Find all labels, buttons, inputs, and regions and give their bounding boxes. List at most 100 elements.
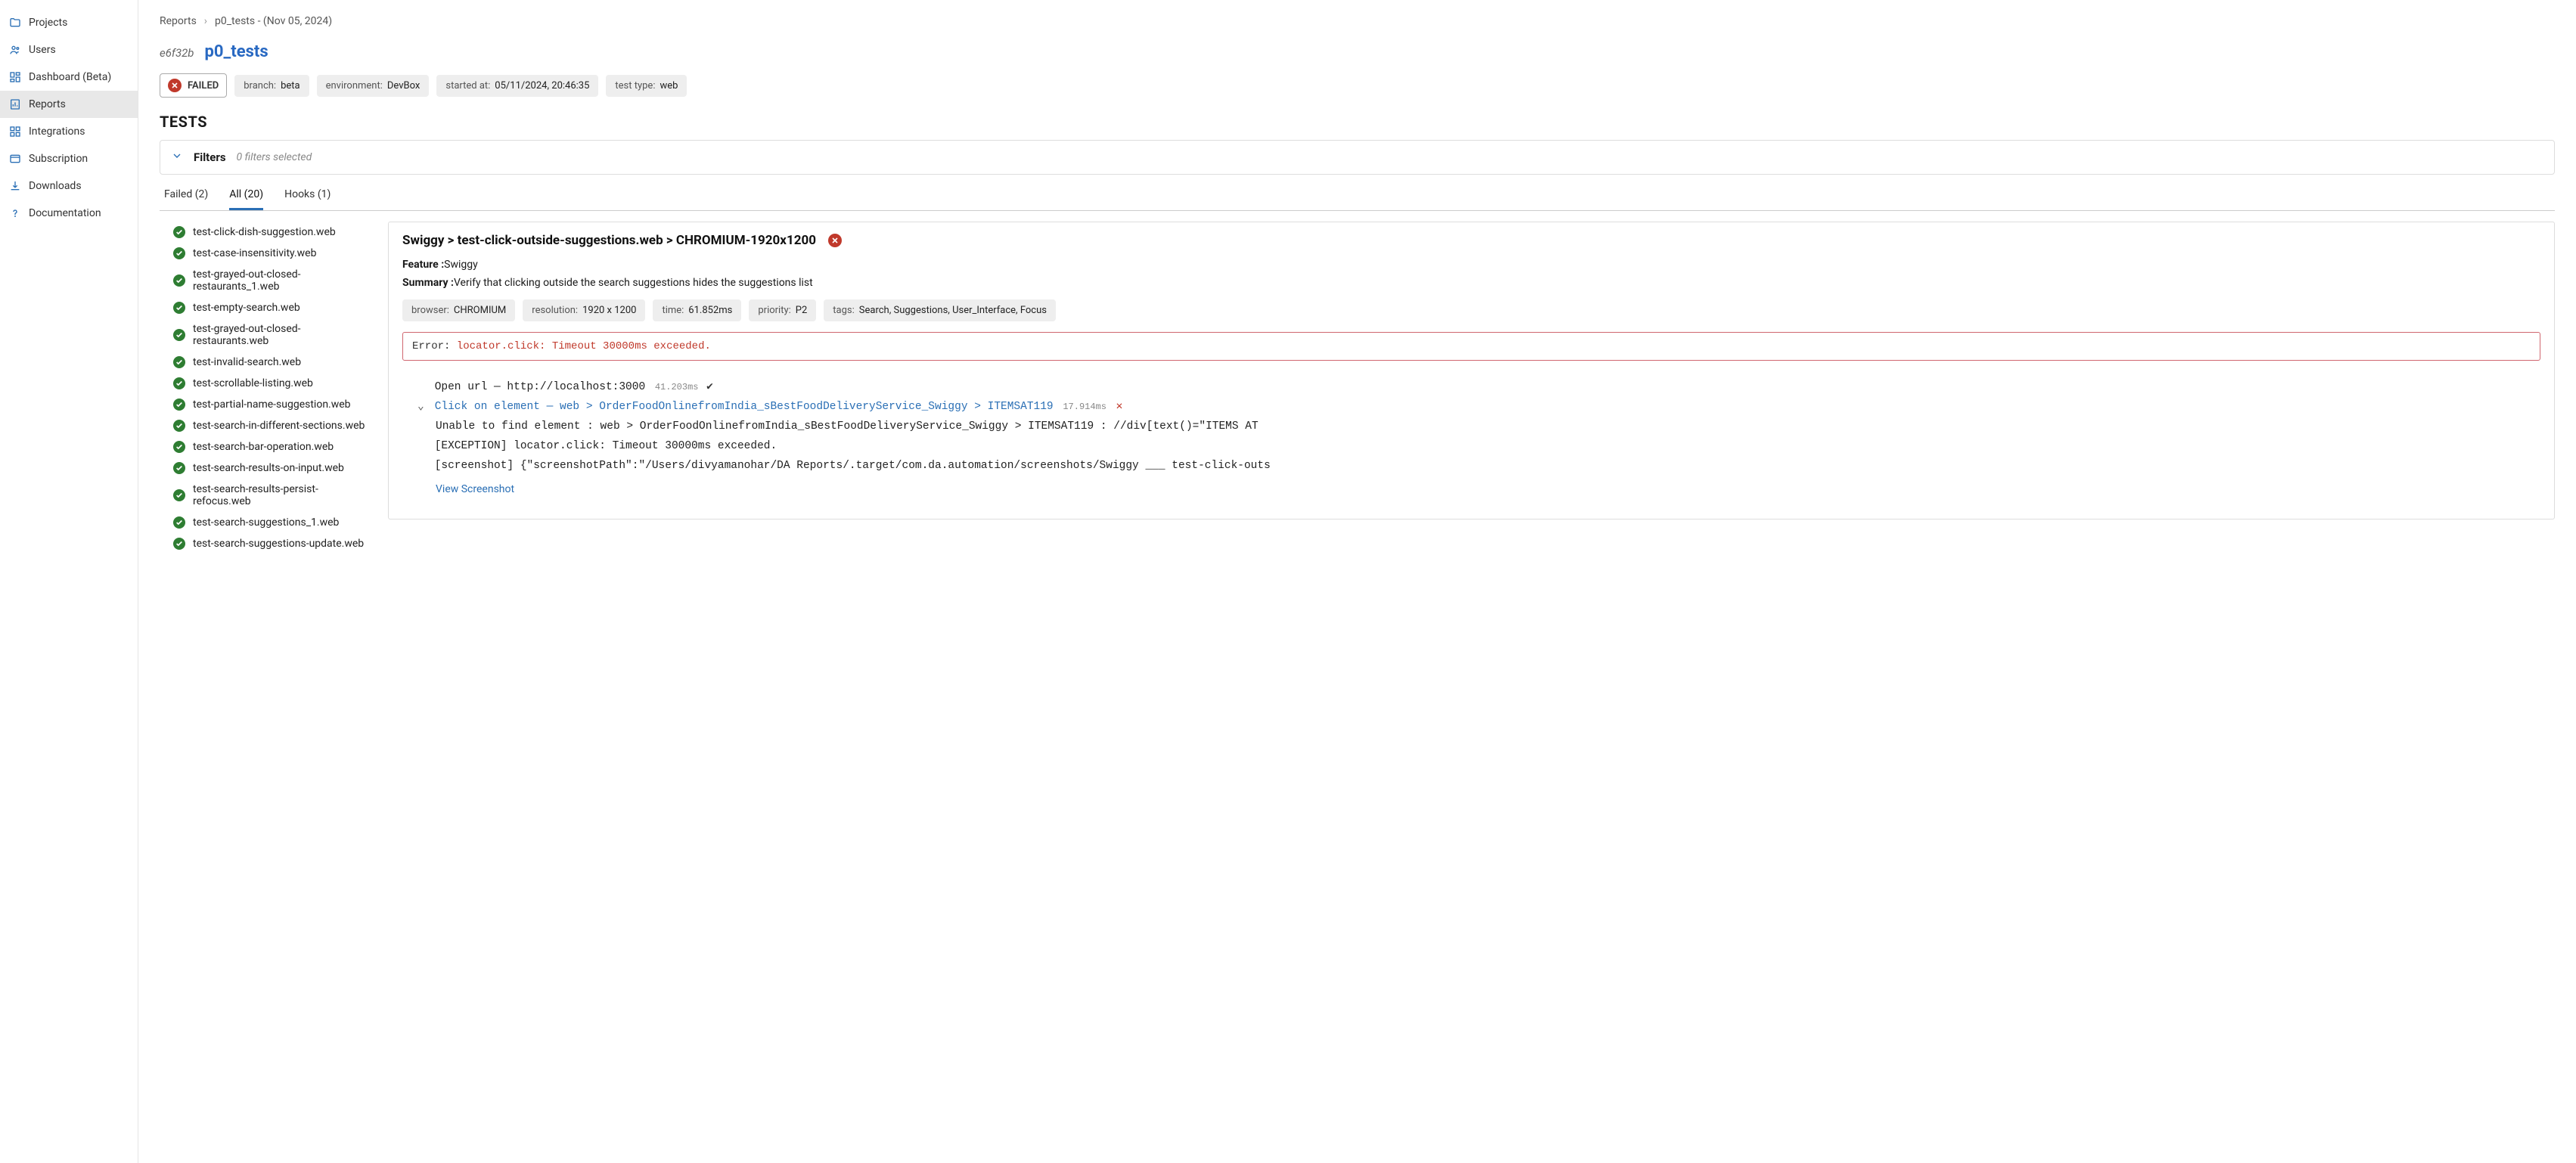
list-item-label: test-search-bar-operation.web <box>193 441 334 453</box>
meta-value: 1920 x 1200 <box>582 305 636 316</box>
nav-integrations[interactable]: Integrations <box>0 118 138 145</box>
list-item[interactable]: test-search-results-persist-refocus.web <box>163 479 376 512</box>
list-item[interactable]: test-search-suggestions_1.web <box>163 512 376 533</box>
nav-label: Subscription <box>29 153 88 165</box>
log-line-expandable[interactable]: ⌄ Click on element — web > OrderFoodOnli… <box>417 397 2540 417</box>
chevron-right-icon: › <box>204 15 207 27</box>
test-list: test-click-dish-suggestion.web test-case-… <box>160 222 379 554</box>
pass-icon <box>173 274 185 287</box>
log-block: Open url — http://localhost:3000 41.203m… <box>402 377 2540 501</box>
pass-icon <box>173 399 185 411</box>
meta-label: test type: <box>615 80 655 91</box>
list-item[interactable]: test-search-in-different-sections.web <box>163 415 376 436</box>
pass-icon <box>173 489 185 501</box>
list-item[interactable]: test-partial-name-suggestion.web <box>163 394 376 415</box>
log-line: [screenshot] {"screenshotPath":"/Users/d… <box>417 456 2540 476</box>
meta-label: time: <box>662 305 684 316</box>
status-badge-failed: FAILED <box>160 73 227 98</box>
nav-label: Downloads <box>29 180 82 192</box>
list-item[interactable]: test-scrollable-listing.web <box>163 373 376 394</box>
chevron-down-icon <box>171 150 183 165</box>
meta-label: browser: <box>411 305 449 316</box>
pass-icon <box>173 226 185 238</box>
tabs: Failed (2) All (20) Hooks (1) <box>160 179 2555 211</box>
meta-environment: environment: DevBox <box>317 75 430 97</box>
log-line: [EXCEPTION] locator.click: Timeout 30000… <box>417 436 2540 456</box>
meta-label: tags: <box>833 305 854 316</box>
summary-label: Summary : <box>402 277 454 289</box>
meta-priority: priority: P2 <box>749 299 816 321</box>
fail-icon <box>828 234 842 247</box>
list-item[interactable]: test-search-results-on-input.web <box>163 457 376 479</box>
nav-reports[interactable]: Reports <box>0 91 138 118</box>
summary-value: Verify that clicking outside the search … <box>454 277 813 289</box>
integrations-icon <box>9 126 21 138</box>
pass-icon <box>173 329 185 341</box>
meta-label: resolution: <box>532 305 578 316</box>
download-icon <box>9 180 21 192</box>
filters-bar[interactable]: Filters 0 filters selected <box>160 140 2555 175</box>
folder-icon <box>9 17 21 29</box>
list-item[interactable]: test-search-bar-operation.web <box>163 436 376 457</box>
pass-icon <box>173 538 185 550</box>
nav-label: Projects <box>29 17 67 29</box>
sidebar: Projects Users Dashboard (Beta) Reports … <box>0 0 138 1163</box>
list-item[interactable]: test-case-insensitivity.web <box>163 243 376 264</box>
list-item-label: test-search-suggestions_1.web <box>193 516 339 529</box>
list-item-label: test-case-insensitivity.web <box>193 247 316 259</box>
nav-label: Users <box>29 44 56 56</box>
nav-downloads[interactable]: Downloads <box>0 172 138 200</box>
list-item-label: test-search-suggestions-update.web <box>193 538 364 550</box>
error-box: Error: locator.click: Timeout 30000ms ex… <box>402 332 2540 361</box>
meta-label: priority: <box>758 305 790 316</box>
filters-count: 0 filters selected <box>237 151 312 163</box>
nav-projects[interactable]: Projects <box>0 9 138 36</box>
nav-dashboard[interactable]: Dashboard (Beta) <box>0 64 138 91</box>
list-item-label: test-search-results-on-input.web <box>193 462 344 474</box>
meta-browser: browser: CHROMIUM <box>402 299 515 321</box>
subscription-icon <box>9 153 21 165</box>
pass-icon <box>173 420 185 432</box>
meta-label: started at: <box>445 80 490 91</box>
nav-documentation[interactable]: Documentation <box>0 200 138 227</box>
nav-users[interactable]: Users <box>0 36 138 64</box>
list-item[interactable]: test-click-dish-suggestion.web <box>163 222 376 243</box>
meta-label: environment: <box>326 80 383 91</box>
list-item[interactable]: test-grayed-out-closed-restaurants.web <box>163 318 376 352</box>
commit-hash: e6f32b <box>160 46 194 60</box>
error-prefix: Error: <box>412 340 450 352</box>
detail-title: Swiggy > test-click-outside-suggestions.… <box>402 233 816 248</box>
breadcrumb: Reports › p0_tests - (Nov 05, 2024) <box>160 15 2555 27</box>
list-item-label: test-partial-name-suggestion.web <box>193 399 351 411</box>
tab-failed[interactable]: Failed (2) <box>164 188 208 210</box>
meta-value: Search, Suggestions, User_Interface, Foc… <box>859 305 1047 316</box>
meta-value: CHROMIUM <box>454 305 506 316</box>
pass-icon <box>173 441 185 453</box>
meta-resolution: resolution: 1920 x 1200 <box>523 299 645 321</box>
list-item[interactable]: test-grayed-out-closed-restaurants_1.web <box>163 264 376 297</box>
list-item[interactable]: test-search-suggestions-update.web <box>163 533 376 554</box>
fail-icon <box>168 79 182 92</box>
list-item[interactable]: test-invalid-search.web <box>163 352 376 373</box>
pass-icon <box>173 302 185 314</box>
list-item[interactable]: test-empty-search.web <box>163 297 376 318</box>
filters-label: Filters <box>194 150 226 164</box>
meta-time: time:61.852ms <box>653 299 741 321</box>
tab-hooks[interactable]: Hooks (1) <box>284 188 331 210</box>
log-line: Open url — http://localhost:3000 41.203m… <box>417 377 2540 397</box>
nav-subscription[interactable]: Subscription <box>0 145 138 172</box>
nav-label: Dashboard (Beta) <box>29 71 111 83</box>
meta-test-type: test type: web <box>606 75 687 97</box>
help-icon <box>9 207 21 219</box>
breadcrumb-root[interactable]: Reports <box>160 15 197 27</box>
error-message: locator.click: Timeout 30000ms exceeded. <box>457 340 711 352</box>
main-content: Reports › p0_tests - (Nov 05, 2024) e6f3… <box>138 0 2576 1163</box>
meta-value: P2 <box>796 305 808 316</box>
meta-tags: tags: Search, Suggestions, User_Interface… <box>824 299 1056 321</box>
dashboard-icon <box>9 71 21 83</box>
list-item-label: test-search-in-different-sections.web <box>193 420 365 432</box>
view-screenshot-link[interactable]: View Screenshot <box>436 480 514 499</box>
nav-label: Integrations <box>29 126 85 138</box>
tab-all[interactable]: All (20) <box>229 188 263 210</box>
meta-label: branch: <box>244 80 276 91</box>
